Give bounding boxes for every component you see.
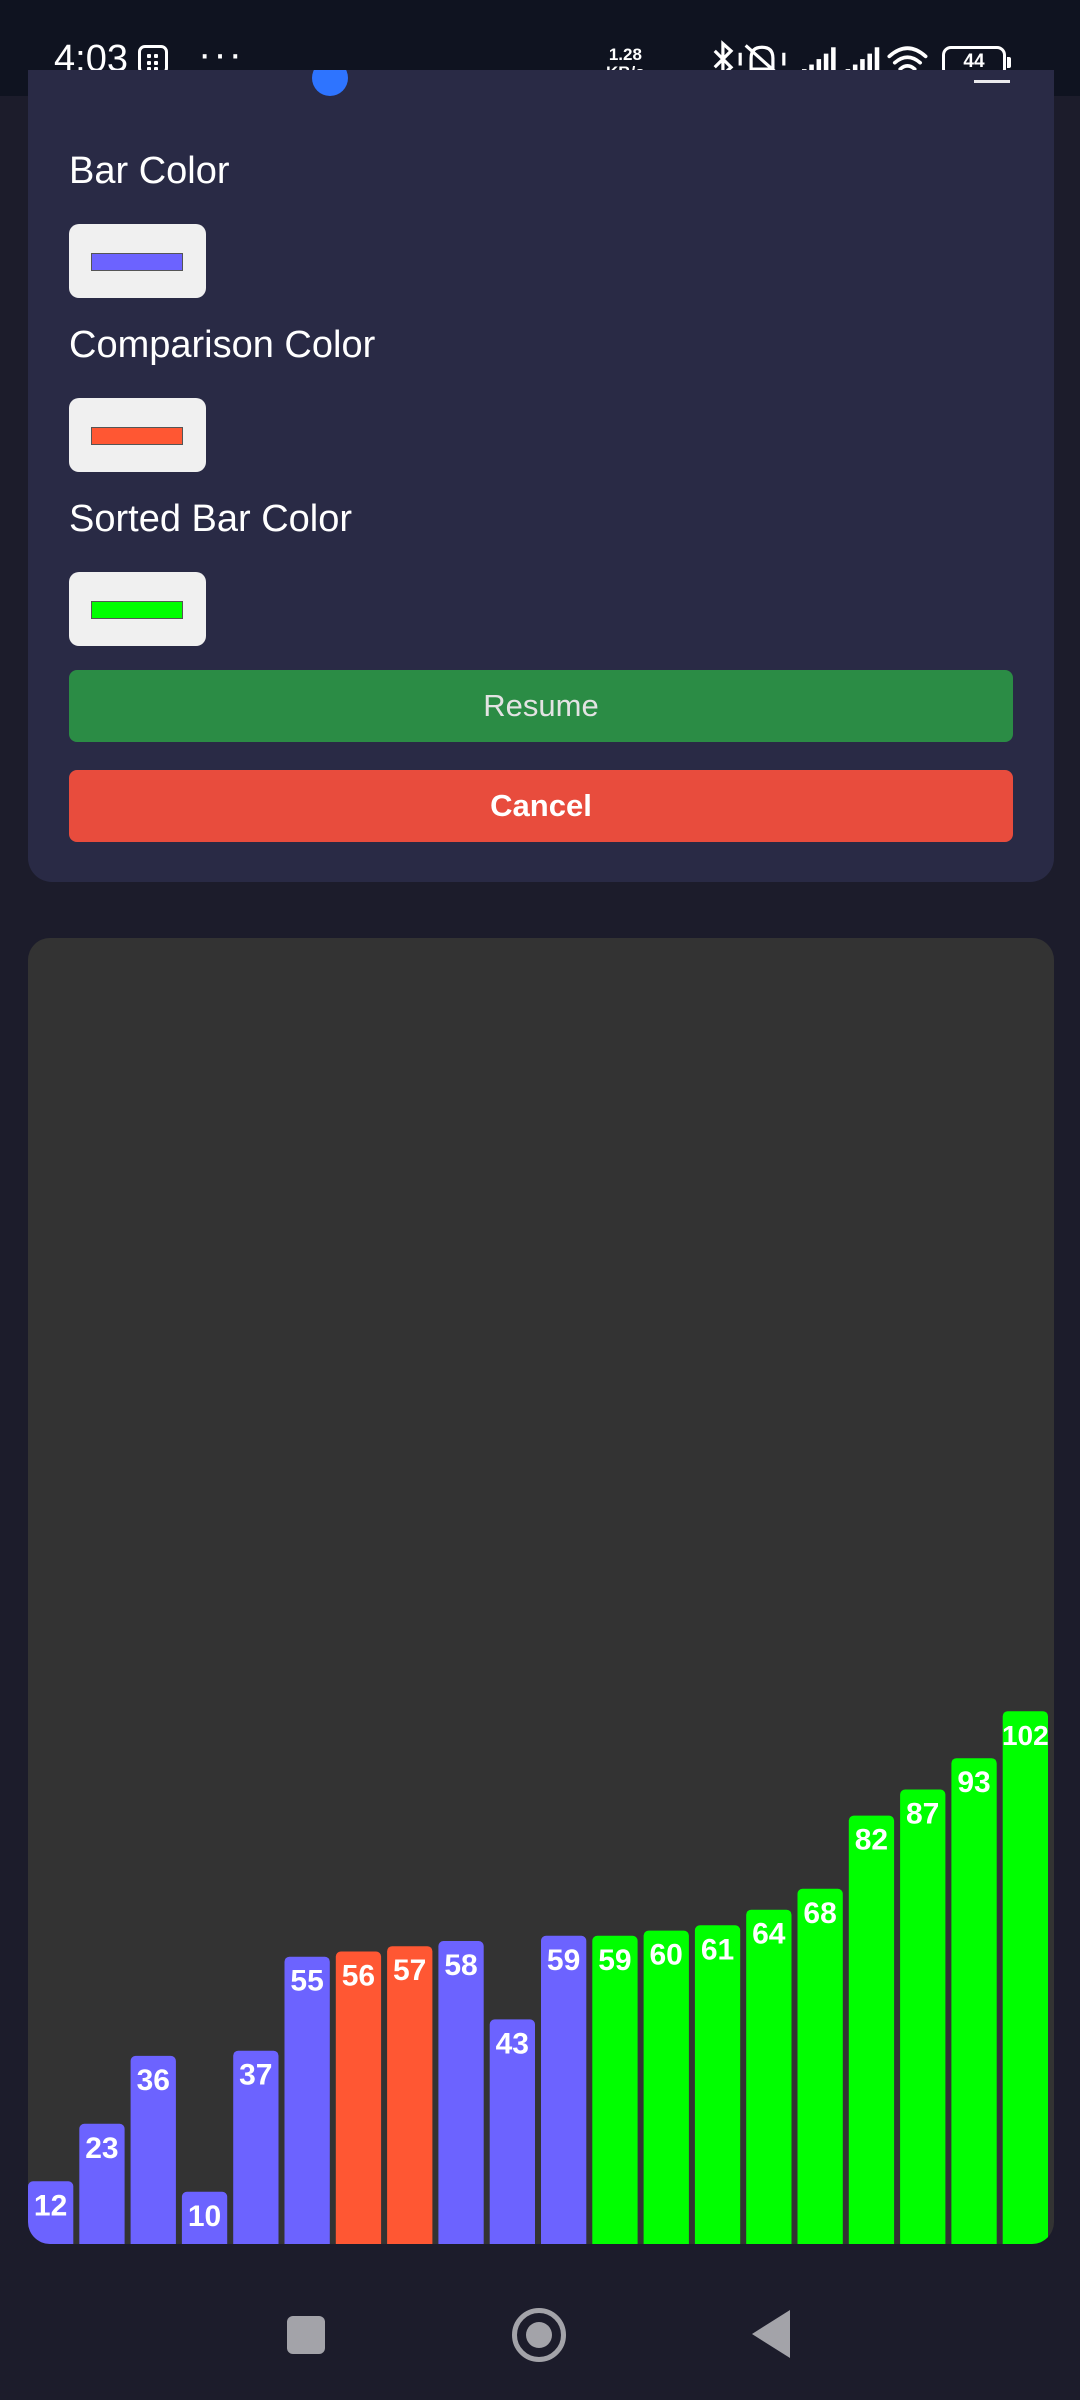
- home-button[interactable]: [512, 2308, 566, 2362]
- bar-7: [335, 1951, 382, 2244]
- bar-value-label: 37: [239, 2059, 272, 2092]
- bar-chart: 12 23 36 10 37 55 56 57 58 43 59 59 60 61 64 68 82 87 93 10…: [28, 1711, 1049, 2244]
- bar-14: [694, 1925, 741, 2244]
- value-indicator: [974, 70, 1010, 83]
- bar-8: [387, 1946, 433, 2244]
- bar-value-label: 59: [547, 1944, 580, 1977]
- bar-value-label: 59: [598, 1944, 631, 1977]
- bar-13: [643, 1930, 689, 2244]
- settings-panel: Bar Color Comparison Color Sorted Bar Co…: [28, 70, 1054, 882]
- bar-value-label: 57: [393, 1954, 426, 1987]
- bar-value-label: 36: [137, 2064, 170, 2097]
- bar-12: [592, 1935, 638, 2244]
- bar-16: [797, 1888, 843, 2244]
- bar-17: [848, 1815, 895, 2244]
- sorted-bar-color-label: Sorted Bar Color: [69, 498, 353, 540]
- bar-value-label: 61: [701, 1933, 734, 1966]
- bar-value-label: 93: [957, 1766, 990, 1799]
- comparison-color-label: Comparison Color: [69, 324, 376, 366]
- bar-6: [284, 1956, 330, 2244]
- bar-value-label: 56: [342, 1960, 375, 1993]
- bar-11: [541, 1935, 587, 2244]
- network-speed-value: 1.28: [608, 45, 642, 64]
- bar-20: [1002, 1711, 1048, 2244]
- bar-value-label: 82: [855, 1824, 888, 1857]
- bar-value-label: 60: [650, 1939, 683, 1972]
- comparison-color-swatch: [91, 427, 183, 445]
- bar-value-label: 87: [906, 1798, 939, 1831]
- bar-value-label: 58: [444, 1949, 477, 1982]
- recents-button[interactable]: [287, 2316, 325, 2354]
- bar-15: [746, 1909, 792, 2244]
- bar-9: [438, 1941, 484, 2244]
- bar-value-label: 68: [803, 1897, 836, 1930]
- back-button[interactable]: [752, 2310, 790, 2358]
- resume-button[interactable]: Resume: [69, 670, 1013, 742]
- bar-value-label: 10: [188, 2200, 221, 2233]
- sort-visualizer-chart: 12 23 36 10 37 55 56 57 58 43 59 59 60 61 64 68 82 87 93 10…: [28, 938, 1054, 2244]
- bar-value-label: 43: [496, 2027, 529, 2060]
- bar-color-swatch: [91, 253, 183, 271]
- bar-18: [900, 1789, 946, 2244]
- sorted-bar-color-picker[interactable]: [69, 572, 206, 646]
- sorted-bar-color-swatch: [91, 601, 183, 619]
- bar-value-label: 55: [290, 1965, 323, 1998]
- bar-value-label: 64: [752, 1918, 786, 1951]
- bar-value-label: 23: [85, 2132, 118, 2165]
- bar-color-label: Bar Color: [69, 150, 230, 192]
- bar-color-picker[interactable]: [69, 224, 206, 298]
- bar-value-label: 102: [1002, 1720, 1049, 1751]
- bar-19: [951, 1758, 997, 2244]
- cancel-button[interactable]: Cancel: [69, 770, 1013, 842]
- bar-value-label: 12: [34, 2189, 67, 2222]
- comparison-color-picker[interactable]: [69, 398, 206, 472]
